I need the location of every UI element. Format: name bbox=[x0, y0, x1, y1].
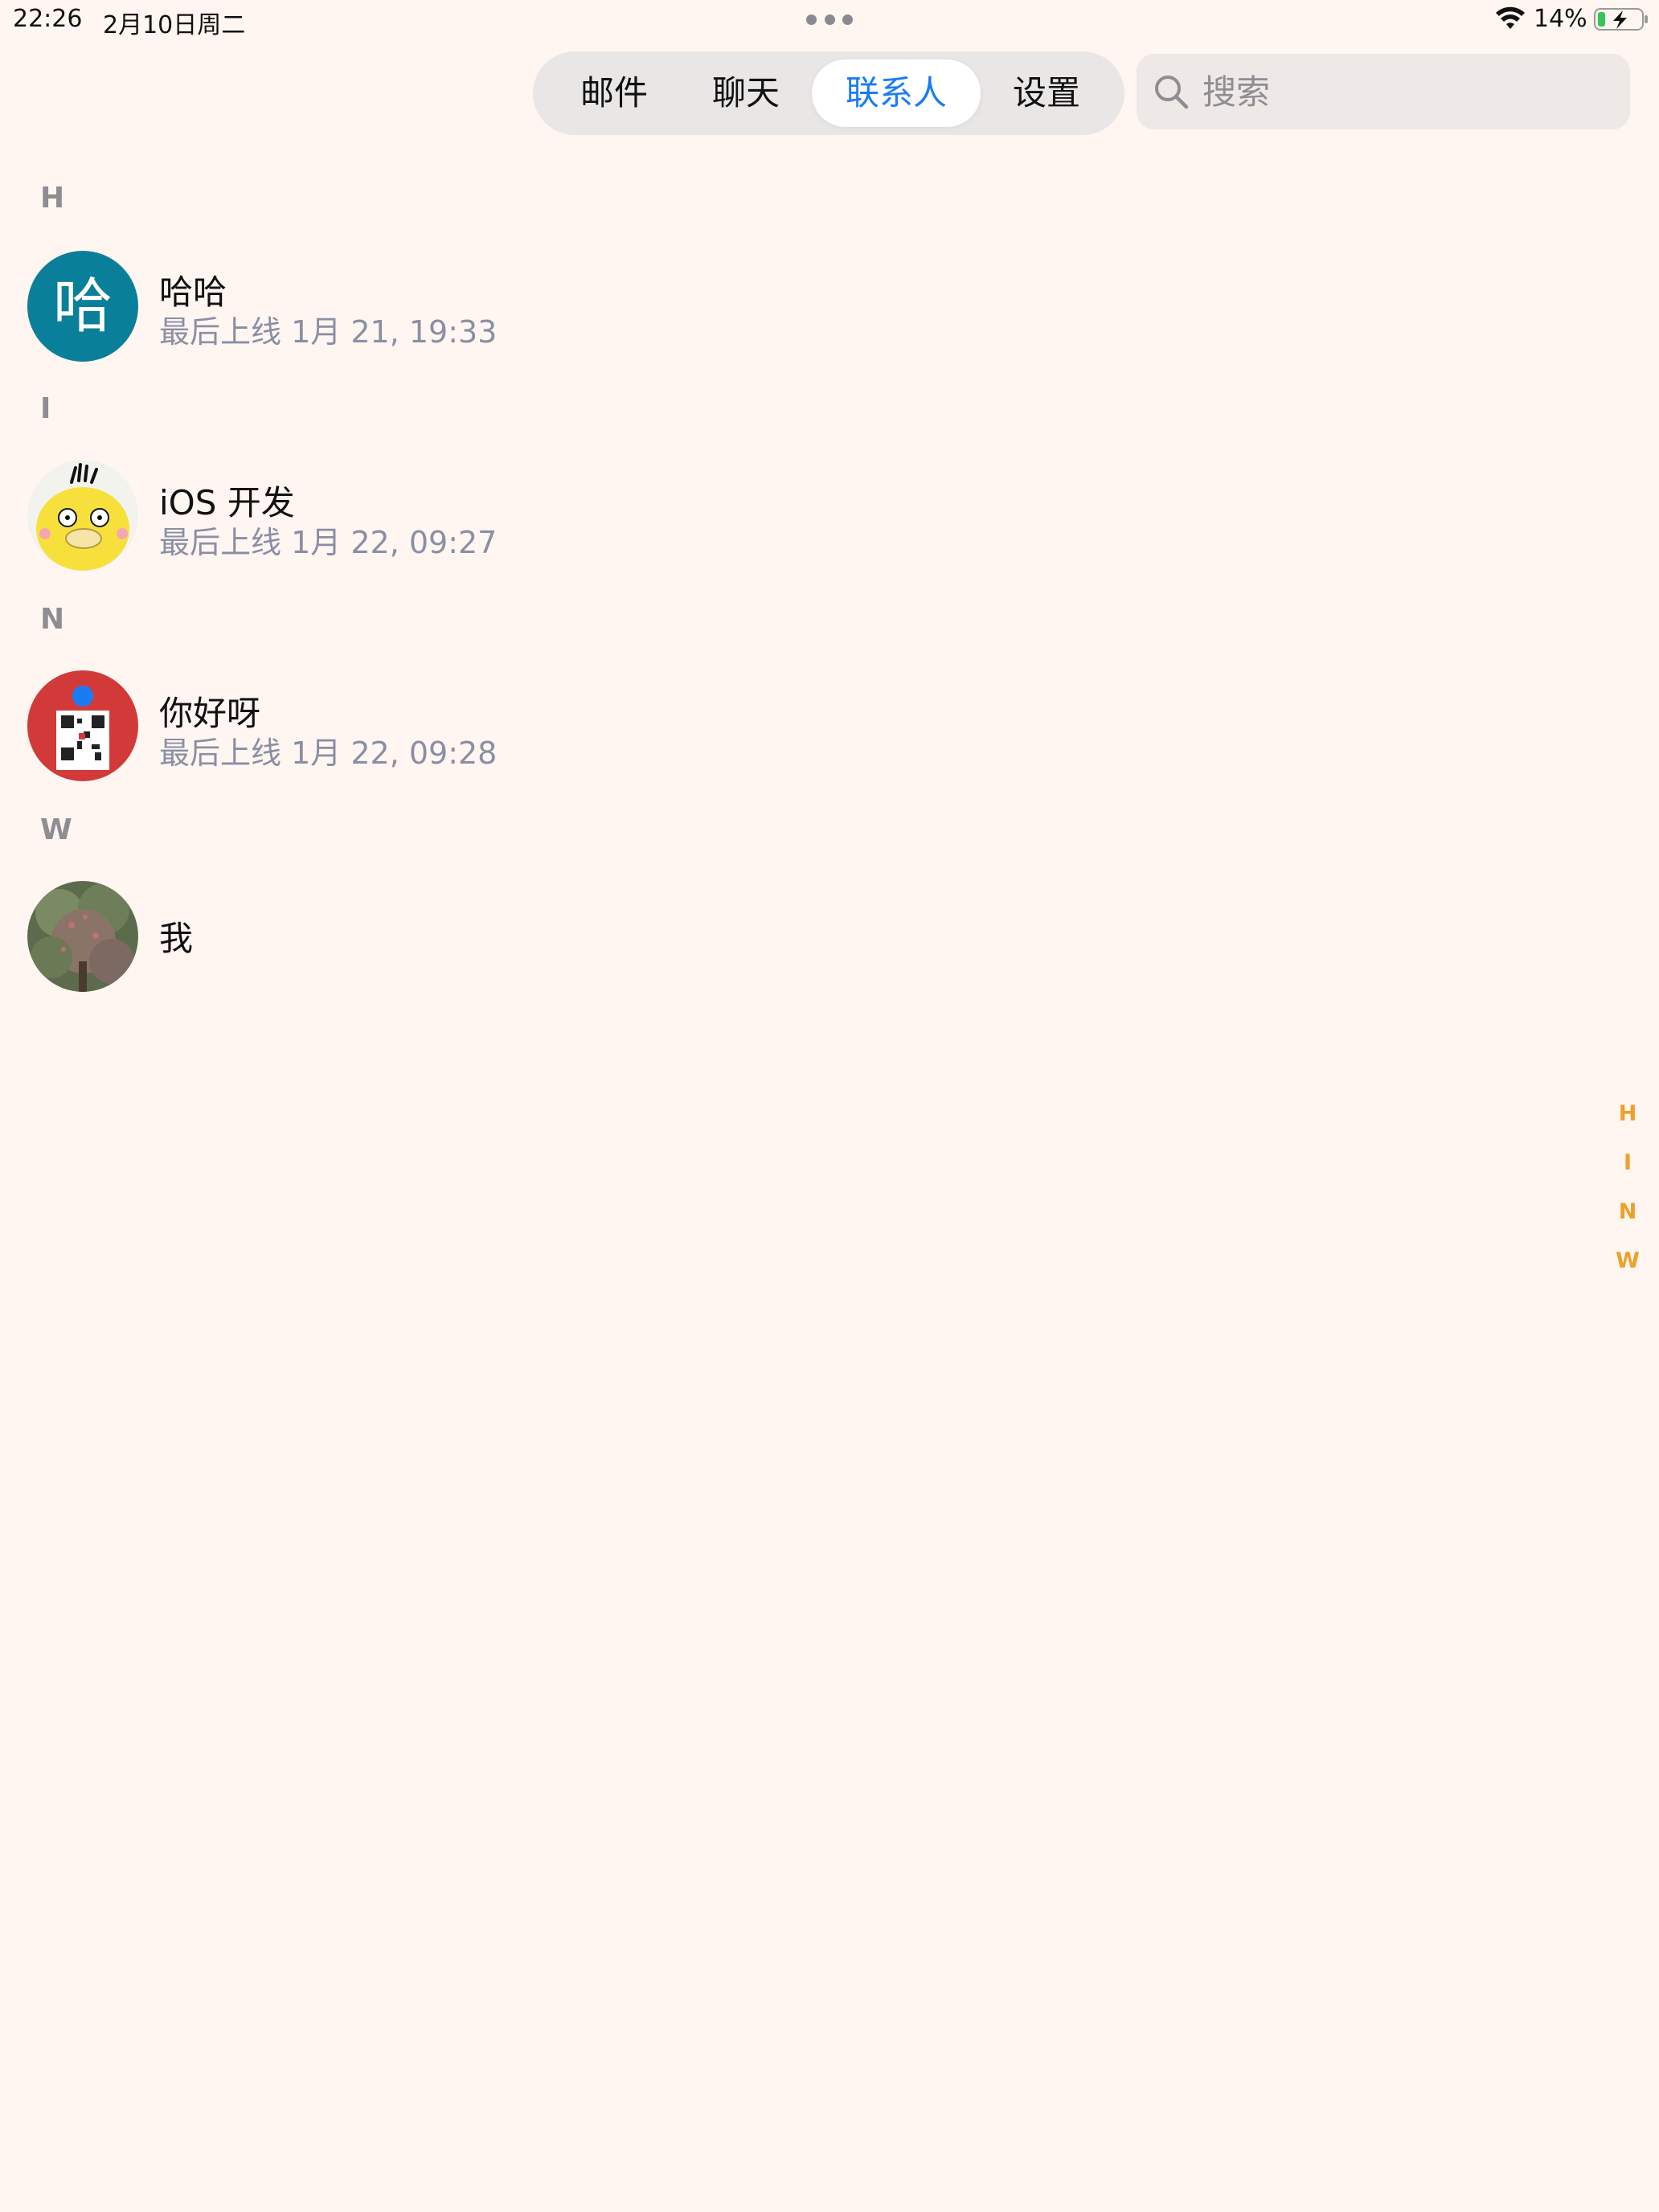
battery-charging-icon bbox=[1594, 8, 1648, 31]
avatar bbox=[27, 881, 138, 992]
tab-settings[interactable]: 设置 bbox=[986, 59, 1107, 127]
index-letter-i[interactable]: I bbox=[1608, 1150, 1648, 1175]
contact-row-ios-dev[interactable]: iOS 开发 最后上线 1月 22, 09:27 bbox=[0, 444, 1575, 653]
battery-percentage: 14% bbox=[1534, 5, 1587, 33]
avatar-initial: 哈 bbox=[53, 272, 113, 341]
contact-row-haha[interactable]: 哈 哈哈 最后上线 1月 21, 19:33 bbox=[0, 233, 1575, 442]
avatar: 哈 bbox=[27, 251, 138, 362]
contact-name: 我 bbox=[159, 919, 194, 958]
search-input[interactable] bbox=[1202, 63, 1612, 120]
index-letter-w[interactable]: W bbox=[1608, 1248, 1648, 1273]
contact-last-seen: 最后上线 1月 22, 09:28 bbox=[159, 735, 498, 771]
index-letter-n[interactable]: N bbox=[1608, 1199, 1648, 1224]
contact-last-seen: 最后上线 1月 22, 09:27 bbox=[159, 525, 498, 560]
avatar bbox=[27, 460, 138, 571]
tree-photo-avatar-image bbox=[27, 881, 138, 992]
tab-mail[interactable]: 邮件 bbox=[554, 59, 674, 127]
section-header-h: H bbox=[40, 182, 65, 215]
avatar bbox=[27, 670, 138, 781]
contact-last-seen: 最后上线 1月 21, 19:33 bbox=[159, 314, 498, 350]
multitask-menu-icon[interactable] bbox=[806, 14, 853, 26]
psyduck-avatar-image bbox=[27, 460, 138, 571]
section-header-w: W bbox=[40, 813, 72, 846]
tab-contacts[interactable]: 联系人 bbox=[812, 59, 981, 127]
tab-bar: 邮件 聊天 联系人 设置 bbox=[533, 51, 1124, 135]
contact-row-me[interactable]: 我 bbox=[0, 865, 1575, 1074]
status-bar: 22:26 2月10日周二 14% bbox=[0, 0, 1659, 40]
status-date: 2月10日周二 bbox=[103, 11, 246, 39]
wifi-icon bbox=[1496, 6, 1525, 29]
contact-row-nihaoya[interactable]: 你好呀 最后上线 1月 22, 09:28 bbox=[0, 654, 1575, 863]
tab-chats[interactable]: 聊天 bbox=[686, 59, 806, 127]
section-header-i: I bbox=[40, 392, 51, 425]
qr-code-avatar-image bbox=[27, 670, 138, 781]
search-box[interactable] bbox=[1137, 54, 1630, 129]
status-time: 22:26 bbox=[13, 5, 83, 33]
search-icon bbox=[1155, 76, 1189, 109]
section-header-n: N bbox=[40, 603, 65, 636]
index-letter-h[interactable]: H bbox=[1608, 1101, 1648, 1126]
